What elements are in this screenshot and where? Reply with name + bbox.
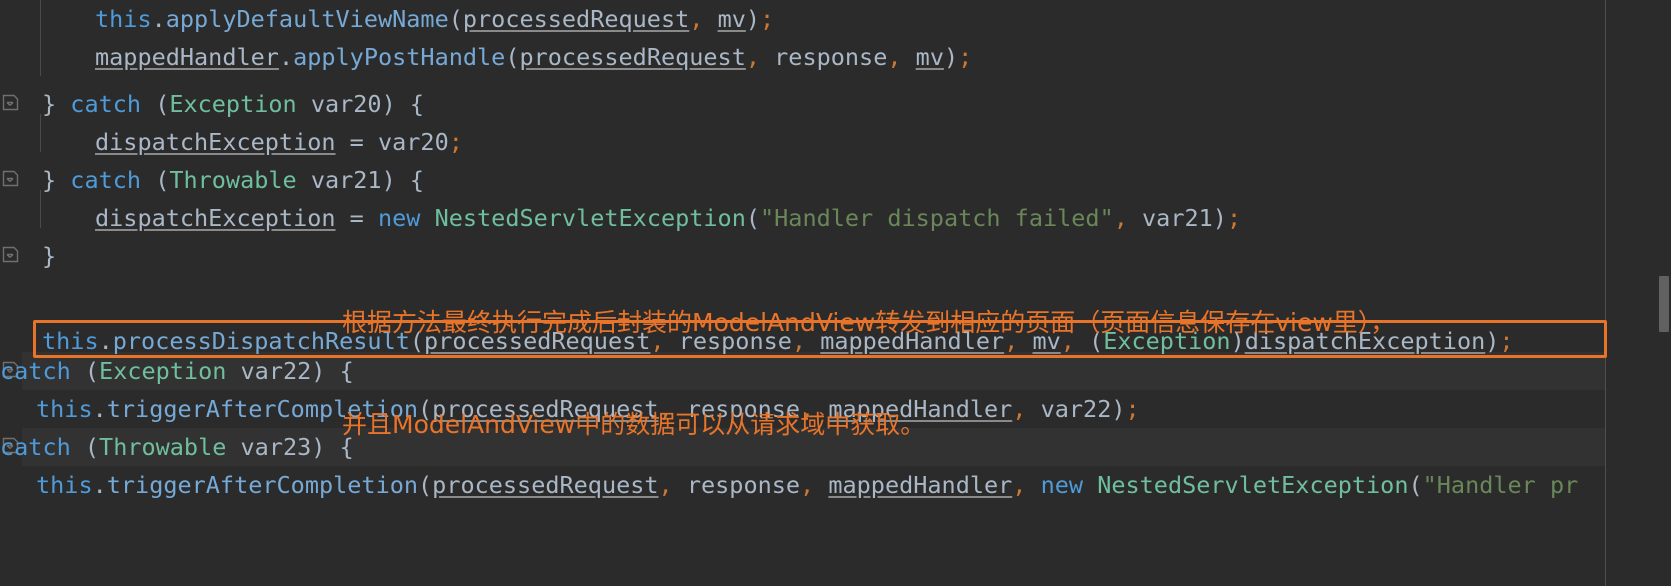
code-token: applyPostHandle [293, 43, 506, 71]
code-token: mv [717, 5, 746, 33]
code-token: var21) [1127, 204, 1227, 232]
code-token: , [689, 5, 704, 33]
line-catch-throwable-var23[interactable]: catch (Throwable var23) { [0, 428, 354, 466]
code-token: ) [1485, 327, 1500, 355]
code-token: . [92, 471, 107, 499]
code-token: ; [1226, 204, 1242, 232]
code-token: NestedServletException [434, 204, 746, 232]
code-token: applyDefaultViewName [165, 5, 449, 33]
code-token: response [760, 43, 888, 71]
code-token: . [98, 327, 113, 355]
code-token: ( [505, 43, 520, 71]
code-token: . [151, 5, 166, 33]
code-token: "Handler dispatch failed" [760, 204, 1114, 232]
code-token: ( [141, 166, 170, 194]
code-token: dispatchException [95, 204, 336, 232]
annotation-line-1: 根据方法最终执行完成后封装的ModelAndView转发到相应的页面（页面信息保… [342, 308, 1396, 337]
code-token: Exception [99, 357, 227, 385]
code-token: Exception [169, 90, 297, 118]
code-token: new [377, 204, 421, 232]
code-token: ; [760, 5, 775, 33]
code-token: , [1113, 204, 1128, 232]
code-token: this [36, 395, 93, 423]
code-token: } [42, 242, 57, 270]
code-token: ( [745, 204, 761, 232]
code-token: this [36, 471, 93, 499]
code-token: ) [943, 43, 959, 71]
code-token: ; [1499, 327, 1514, 355]
code-token: processedRequest [462, 5, 690, 33]
line-apply-default-view-name[interactable]: this.applyDefaultViewName(processedReque… [0, 0, 774, 38]
line-catch-throwable-var21[interactable]: } catch (Throwable var21) { [0, 161, 424, 199]
code-editor-view[interactable]: this.applyDefaultViewName(processedReque… [0, 0, 1671, 586]
line-new-nested-servlet-exception[interactable]: dispatchException = new NestedServletExc… [0, 199, 1241, 237]
code-token: } [42, 166, 71, 194]
code-token: ( [70, 433, 100, 461]
code-token: ; [958, 43, 973, 71]
code-token: Throwable [169, 166, 297, 194]
code-token: var23) { [226, 433, 354, 461]
code-token: ( [70, 357, 100, 385]
chinese-annotation-overlay: 根据方法最终执行完成后封装的ModelAndView转发到相应的页面（页面信息保… [342, 238, 1395, 510]
code-token: , [745, 43, 761, 71]
code-token: this [95, 5, 152, 33]
annotation-line-2: 并且ModelAndView中的数据可以从请求域中获取。 [342, 410, 926, 439]
code-token: ( [141, 90, 170, 118]
code-token: catch [70, 90, 142, 118]
code-token: = var20 [335, 128, 449, 156]
code-token: catch [0, 433, 71, 461]
code-token: mappedHandler [95, 43, 279, 71]
code-token: var21) { [296, 166, 425, 194]
code-token: Throwable [99, 433, 227, 461]
line-catch-exception-var22[interactable]: catch (Exception var22) { [0, 352, 354, 390]
code-token: ( [448, 5, 463, 33]
code-token: . [92, 395, 107, 423]
code-token: var22) { [226, 357, 354, 385]
vertical-scrollbar-thumb[interactable] [1659, 276, 1669, 332]
code-token: ( [1408, 471, 1423, 499]
code-token: this [42, 327, 99, 355]
code-token: ) [745, 5, 761, 33]
code-token: var20) { [296, 90, 425, 118]
line-apply-post-handle[interactable]: mappedHandler.applyPostHandle(processedR… [0, 38, 972, 76]
code-token: , [887, 43, 902, 71]
code-token: } [42, 90, 71, 118]
code-token: dispatchException [95, 128, 336, 156]
code-token: catch [0, 357, 71, 385]
code-token: "Handler pr [1422, 471, 1579, 499]
line-close-brace[interactable]: } [0, 237, 56, 275]
line-dispatch-exception-assign[interactable]: dispatchException = var20; [0, 123, 463, 161]
code-token: . [278, 43, 294, 71]
line-catch-exception-var20[interactable]: } catch (Exception var20) { [0, 85, 424, 123]
vertical-scrollbar-track[interactable] [1657, 0, 1671, 586]
code-token: ; [448, 128, 463, 156]
code-token: catch [70, 166, 142, 194]
code-token: mv [915, 43, 944, 71]
code-token: processedRequest [519, 43, 746, 71]
code-token: = [335, 204, 378, 232]
